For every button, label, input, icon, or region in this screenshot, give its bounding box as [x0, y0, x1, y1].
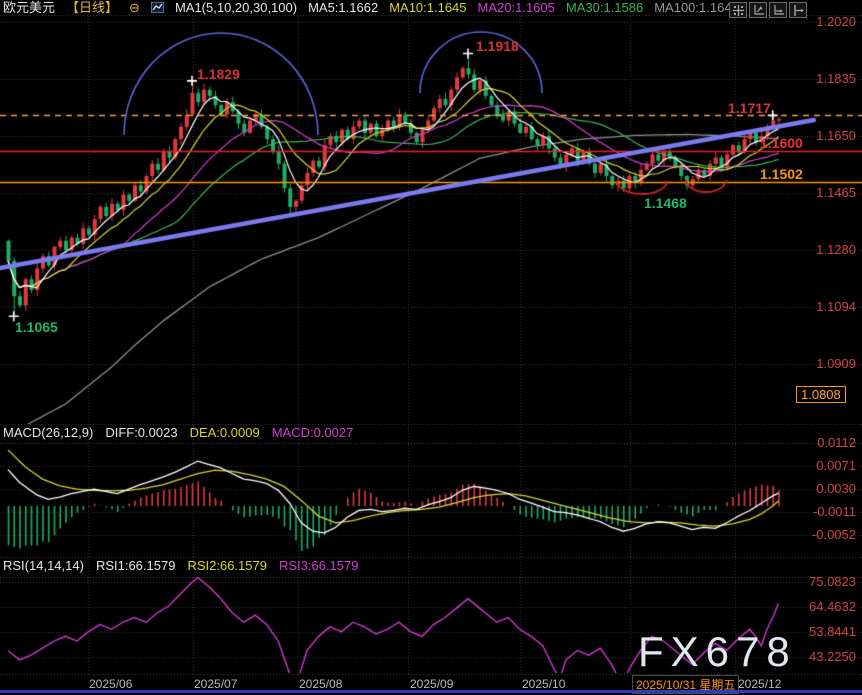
date-axis-label: 2025/12: [738, 677, 782, 691]
macd-macd-value: MACD:0.0027: [271, 425, 354, 440]
price-axis-label: 1.1280: [816, 241, 856, 257]
price-annotation: 1.1829: [197, 66, 240, 82]
price-axis-label: 1.1465: [816, 184, 856, 200]
macd-axis-label: 0.0112: [817, 435, 856, 451]
ma20-value: MA20:1.1605: [477, 0, 555, 15]
period-label[interactable]: 【日线】: [66, 0, 118, 15]
price-annotation: 1.1918: [476, 38, 519, 54]
date-axis-label: 2025/08: [299, 677, 343, 691]
ma30-value: MA30:1.1586: [565, 0, 644, 15]
chart-toolbar: [729, 2, 807, 18]
rsi-header: RSI(14,14,14) RSI1:66.1579 RSI2:66.1579 …: [3, 558, 358, 573]
rsi2-value: RSI2:66.1579: [187, 558, 267, 573]
goto-latest-icon[interactable]: [789, 2, 807, 18]
rsi-axis-label: 43.2250: [809, 648, 856, 664]
collapse-icon[interactable]: ⊖: [129, 0, 140, 15]
macd-params-label[interactable]: MACD(26,12,9): [3, 425, 93, 440]
x-axis-scale-icon[interactable]: [769, 2, 787, 18]
rsi-params-label[interactable]: RSI(14,14,14): [3, 558, 84, 573]
macd-diff-value: DIFF:0.0023: [105, 425, 178, 440]
macd-axis-label: 0.0071: [816, 458, 856, 474]
ma-settings-label[interactable]: MA1(5,10,20,30,100): [175, 0, 297, 15]
crosshair-tool-icon[interactable]: [729, 2, 747, 18]
rsi-axis-label: 53.8441: [809, 623, 856, 639]
macd-dea-value: DEA:0.0009: [189, 425, 260, 440]
main-header: 欧元美元 【日线】 ⊖ MA1(5,10,20,30,100) MA5:1.16…: [3, 0, 739, 15]
rsi-axis-label: 75.0823: [809, 574, 856, 589]
ma5-value: MA5:1.1662: [308, 0, 379, 15]
date-axis-label: 2025/06: [89, 677, 133, 691]
date-axis-label: 2025/09: [410, 677, 454, 691]
watermark: FX678: [638, 628, 797, 675]
rsi-axis-label: 64.4632: [809, 598, 856, 614]
rsi1-value: RSI1:66.1579: [95, 558, 176, 573]
macd-axis-label: -0.0052: [811, 527, 856, 543]
instrument-title: 欧元美元: [3, 0, 56, 15]
ma10-value: MA10:1.1645: [389, 0, 467, 15]
price-axis-label: 1.2020: [816, 14, 856, 29]
price-annotation: 1.1502: [760, 166, 803, 182]
y-axis-scale-icon[interactable]: [749, 2, 767, 18]
rsi3-value: RSI3:66.1579: [278, 558, 359, 573]
price-axis-label: 1.0909: [816, 356, 856, 372]
ma100-value: MA100:1.1641: [654, 0, 739, 15]
price-annotation: 1.1468: [644, 195, 687, 211]
price-axis-label: 1.1835: [816, 70, 856, 86]
price-annotation: 1.1717: [728, 100, 771, 116]
scrollbar-strip[interactable]: [0, 690, 862, 693]
price-axis-label: 1.1094: [816, 299, 856, 315]
price-axis-label: 1.1650: [816, 127, 856, 143]
date-axis-label: 2025/10: [522, 677, 566, 691]
chart-type-icon[interactable]: [150, 2, 164, 13]
date-axis-label: 2025/07: [194, 677, 238, 691]
price-annotation: 1.1600: [760, 135, 803, 151]
price-annotation: 1.1065: [15, 319, 58, 335]
price-axis-min-box: 1.0808: [796, 386, 846, 403]
macd-axis-label: 0.0030: [816, 481, 856, 497]
chart-app: 欧元美元 【日线】 ⊖ MA1(5,10,20,30,100) MA5:1.16…: [0, 0, 862, 695]
macd-header: MACD(26,12,9) DIFF:0.0023 DEA:0.0009 MAC…: [3, 425, 353, 440]
macd-axis-label: -0.0011: [812, 504, 856, 520]
